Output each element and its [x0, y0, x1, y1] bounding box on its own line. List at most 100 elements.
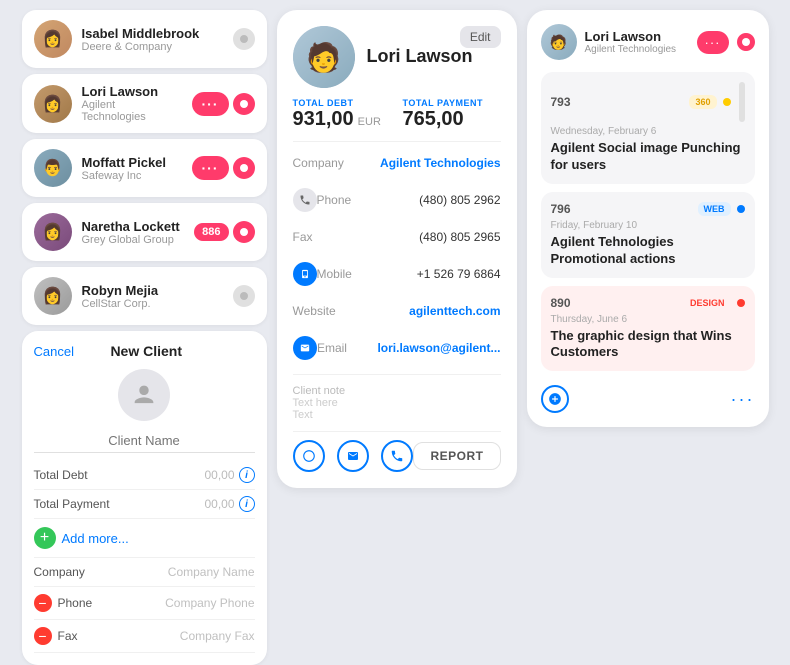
- right-toggle-dot: [742, 38, 750, 46]
- website-value[interactable]: agilenttech.com: [409, 304, 500, 318]
- phone-action-button[interactable]: [381, 440, 413, 472]
- client-note-section: Client note Text here Text: [293, 385, 501, 421]
- contact-name-3: Moffatt Pickel: [82, 155, 182, 170]
- task-badge-row-3: DESIGN: [684, 296, 745, 310]
- number-badge-4[interactable]: 886: [194, 223, 228, 241]
- more-options-button[interactable]: ···: [731, 389, 755, 410]
- right-contact-company: Agilent Technologies: [585, 44, 689, 55]
- client-detail-avatar: 🧑: [293, 26, 355, 88]
- report-button[interactable]: REPORT: [413, 442, 500, 470]
- client-detail-header: 🧑 Lori Lawson Edit: [293, 26, 501, 88]
- client-avatar-img: 🧑: [293, 26, 355, 88]
- pill-dots-3: ···: [202, 160, 219, 176]
- right-toggle[interactable]: [737, 33, 755, 51]
- company-label: Company: [293, 156, 353, 170]
- total-payment-label: Total Payment: [34, 497, 110, 511]
- contact-card-1[interactable]: 👩 Isabel Middlebrook Deere & Company: [22, 10, 267, 68]
- task-title-1: Agilent Social image Punching for users: [551, 140, 745, 174]
- phone-value: (480) 805 2962: [377, 193, 501, 207]
- fax-row: Fax (480) 805 2965: [293, 226, 501, 248]
- divider-2: [293, 374, 501, 375]
- contact-company-5: CellStar Corp.: [82, 298, 223, 310]
- scrollbar-stub: [739, 82, 745, 122]
- badge-5: [233, 285, 255, 307]
- total-payment-row: Total Payment 00,00 i: [34, 490, 255, 519]
- total-payment-value: 00,00 i: [204, 496, 254, 512]
- cancel-button[interactable]: Cancel: [34, 344, 74, 359]
- toggle-5[interactable]: [233, 285, 255, 307]
- email-action-button[interactable]: [337, 440, 369, 472]
- toggle-4[interactable]: [233, 221, 255, 243]
- right-name-block: Lori Lawson Agilent Technologies: [585, 29, 689, 55]
- contact-name-4: Naretha Lockett: [82, 219, 185, 234]
- action-icons: [293, 440, 413, 472]
- client-detail-panel: 🧑 Lori Lawson Edit TOTAL DEBT 931,00 EUR…: [277, 10, 517, 488]
- fax-label: Fax: [293, 230, 353, 244]
- contact-company-3: Safeway Inc: [82, 170, 182, 182]
- task-top-3: 890 DESIGN: [551, 296, 745, 310]
- avatar-1: 👩: [34, 20, 72, 58]
- badge-3: ···: [192, 156, 255, 180]
- total-debt-row: Total Debt 00,00 i: [34, 461, 255, 490]
- plus-icon: +: [34, 527, 56, 549]
- contact-name-2: Lori Lawson: [82, 84, 182, 99]
- toggle-1[interactable]: [233, 28, 255, 50]
- badge-4: 886: [194, 221, 254, 243]
- phone-field-left: − Phone: [34, 594, 93, 612]
- task-title-2: Agilent Tehnologies Promotional actions: [551, 234, 745, 268]
- contact-card-4[interactable]: 👩 Naretha Lockett Grey Global Group 886: [22, 203, 267, 261]
- total-payment-info-icon[interactable]: i: [239, 496, 255, 512]
- mobile-row: Mobile +1 526 79 6864: [293, 258, 501, 290]
- pill-3[interactable]: ···: [192, 156, 229, 180]
- fax-field-label: Fax: [58, 629, 78, 643]
- company-field-placeholder[interactable]: Company Name: [168, 565, 255, 579]
- toggle-3[interactable]: [233, 157, 255, 179]
- contact-name-1: Isabel Middlebrook: [82, 26, 223, 41]
- right-badge[interactable]: ···: [697, 31, 729, 54]
- task-card-1[interactable]: 793 360 Wednesday, February 6 Agilent So…: [541, 72, 755, 184]
- phone-field-placeholder[interactable]: Company Phone: [165, 596, 254, 610]
- note-text-2: Text: [293, 409, 501, 421]
- contact-card-5[interactable]: 👩 Robyn Mejia CellStar Corp.: [22, 267, 267, 325]
- fax-minus-icon[interactable]: −: [34, 627, 52, 645]
- add-more-row[interactable]: + Add more...: [34, 519, 255, 558]
- company-value[interactable]: Agilent Technologies: [380, 156, 500, 170]
- total-debt-info-icon[interactable]: i: [239, 467, 255, 483]
- toggle-dot-2: [240, 100, 248, 108]
- task-dot-3: [737, 299, 745, 307]
- contact-company-2: Agilent Technologies: [82, 99, 182, 123]
- task-id-1: 793: [551, 95, 571, 109]
- mobile-label: Mobile: [317, 267, 377, 281]
- right-contact-name: Lori Lawson: [585, 29, 689, 44]
- contact-info-2: Lori Lawson Agilent Technologies: [82, 84, 182, 123]
- new-client-section: Cancel New Client Total Debt 00,00 i Tot…: [22, 331, 267, 665]
- add-task-button[interactable]: [541, 385, 569, 413]
- client-name-input[interactable]: [34, 429, 255, 453]
- pill-2[interactable]: ···: [192, 92, 229, 116]
- contact-info-3: Moffatt Pickel Safeway Inc: [82, 155, 182, 182]
- toggle-2[interactable]: [233, 93, 255, 115]
- task-card-3[interactable]: 890 DESIGN Thursday, June 6 The graphic …: [541, 286, 755, 372]
- phone-minus-icon[interactable]: −: [34, 594, 52, 612]
- total-debt-value-detail: 931,00 EUR: [293, 108, 391, 131]
- left-panel: 👩 Isabel Middlebrook Deere & Company 👩 L…: [22, 10, 267, 665]
- avatar-4: 👩: [34, 213, 72, 251]
- task-card-2[interactable]: 796 WEB Friday, February 10 Agilent Tehn…: [541, 192, 755, 278]
- total-debt-label-detail: TOTAL DEBT: [293, 98, 391, 108]
- task-badge-2: WEB: [698, 202, 731, 216]
- mobile-value: +1 526 79 6864: [377, 267, 501, 281]
- contact-card-3[interactable]: 👨 Moffatt Pickel Safeway Inc ···: [22, 139, 267, 197]
- task-date-1: Wednesday, February 6: [551, 126, 745, 137]
- fax-field-left: − Fax: [34, 627, 78, 645]
- email-value[interactable]: lori.lawson@agilent...: [377, 341, 500, 355]
- edit-button[interactable]: Edit: [460, 26, 501, 48]
- chat-action-button[interactable]: [293, 440, 325, 472]
- new-client-avatar[interactable]: [118, 369, 170, 421]
- contact-card-2[interactable]: 👩 Lori Lawson Agilent Technologies ···: [22, 74, 267, 133]
- task-top-1: 793 360: [551, 82, 745, 122]
- avatar-5: 👩: [34, 277, 72, 315]
- total-payment-value-detail: 765,00: [403, 108, 501, 131]
- task-dot-1: [723, 98, 731, 106]
- fax-field-placeholder[interactable]: Company Fax: [180, 629, 255, 643]
- right-avatar: 🧑: [541, 24, 577, 60]
